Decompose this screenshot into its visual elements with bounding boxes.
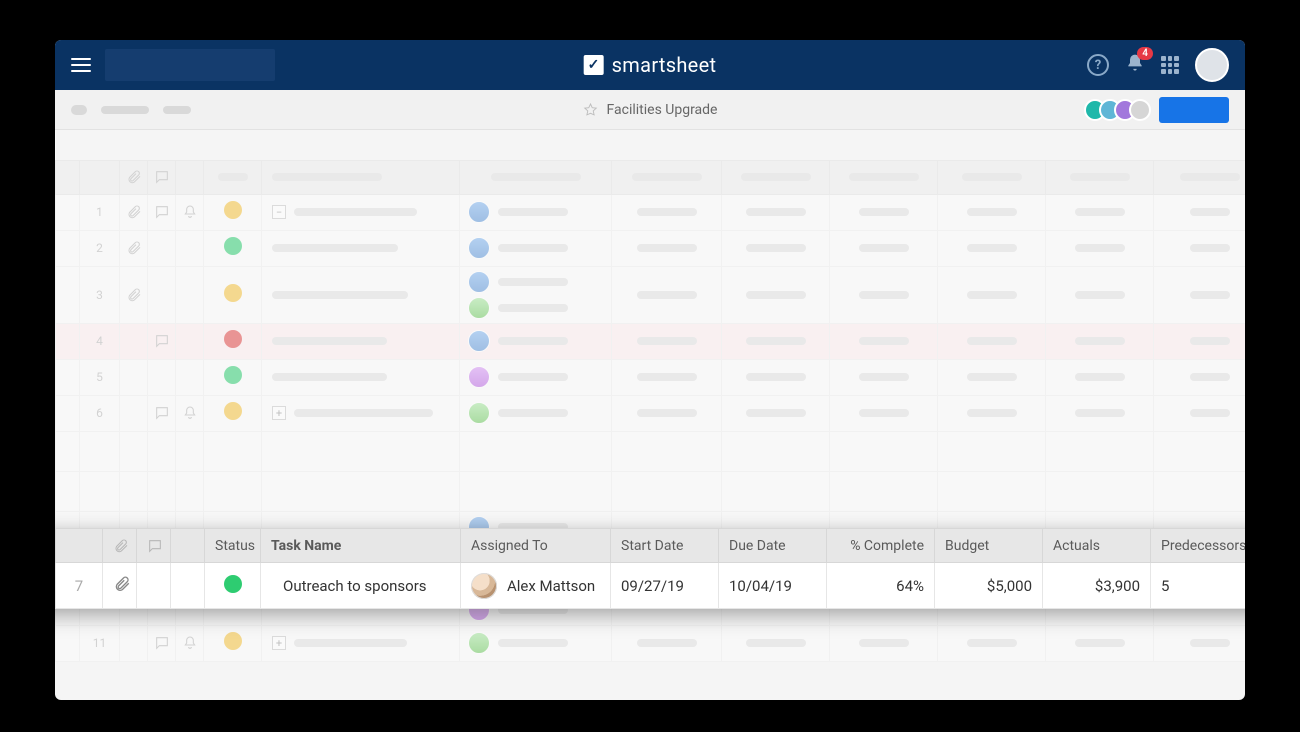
- col-status[interactable]: Status: [205, 529, 261, 563]
- sheet-title[interactable]: Facilities Upgrade: [607, 102, 718, 118]
- menu-icon[interactable]: [71, 58, 91, 72]
- user-avatar[interactable]: [1195, 48, 1229, 82]
- comment-icon: [154, 169, 170, 185]
- notifications-badge: 4: [1137, 47, 1153, 60]
- toolbar-placeholder: [71, 105, 87, 115]
- cell-start[interactable]: 09/27/19: [611, 563, 719, 609]
- topbar: ✓ smartsheet ? 4: [55, 40, 1245, 90]
- col-actuals[interactable]: Actuals: [1043, 529, 1151, 563]
- col-pct[interactable]: % Complete: [827, 529, 935, 563]
- cell-pct[interactable]: 64%: [827, 563, 935, 609]
- col-due[interactable]: Due Date: [719, 529, 827, 563]
- toolbar: Facilities Upgrade: [55, 90, 1245, 130]
- app-window: ✓ smartsheet ? 4 Faciliti: [55, 40, 1245, 700]
- cell-due[interactable]: 10/04/19: [719, 563, 827, 609]
- collaborator-avatars[interactable]: [1091, 99, 1151, 121]
- col-pred[interactable]: Predecessors: [1151, 529, 1246, 563]
- sheet-grid[interactable]: 1−23456+91011+: [55, 130, 1245, 662]
- toolbar-placeholder: [101, 106, 149, 114]
- assignee-name: Alex Mattson: [507, 577, 595, 595]
- column-header-row: Status Task Name Assigned To Start Date …: [55, 529, 1245, 563]
- toolbar-placeholder: [163, 106, 191, 114]
- brand-name: smartsheet: [612, 53, 717, 77]
- row-number: 7: [56, 563, 103, 609]
- col-assigned[interactable]: Assigned To: [461, 529, 611, 563]
- col-task[interactable]: Task Name: [261, 529, 461, 563]
- notifications-icon[interactable]: 4: [1125, 53, 1145, 77]
- attachment-icon[interactable]: [113, 538, 129, 554]
- cell-actuals[interactable]: $3,900: [1043, 563, 1151, 609]
- brand-logo: ✓ smartsheet: [584, 53, 717, 77]
- cell-task[interactable]: Outreach to sponsors: [261, 563, 461, 609]
- assignee-avatar: [471, 573, 497, 599]
- col-start[interactable]: Start Date: [611, 529, 719, 563]
- comment-icon[interactable]: [147, 538, 163, 554]
- status-indicator: [224, 575, 242, 593]
- workspace-title-placeholder: [105, 49, 275, 81]
- logo-mark-icon: ✓: [584, 55, 604, 75]
- attachment-icon[interactable]: [103, 563, 137, 609]
- table-row[interactable]: 7 Outreach to sponsors Alex Mattson: [55, 563, 1245, 609]
- attachment-icon: [126, 169, 142, 185]
- cell-assignee[interactable]: Alex Mattson: [471, 573, 600, 599]
- cell-budget[interactable]: $5,000: [935, 563, 1043, 609]
- star-icon[interactable]: [583, 102, 599, 118]
- apps-icon[interactable]: [1161, 56, 1179, 74]
- highlighted-row: Status Task Name Assigned To Start Date …: [55, 528, 1245, 609]
- share-button[interactable]: [1159, 97, 1229, 123]
- help-icon[interactable]: ?: [1087, 54, 1109, 76]
- col-budget[interactable]: Budget: [935, 529, 1043, 563]
- cell-pred[interactable]: 5: [1151, 563, 1246, 609]
